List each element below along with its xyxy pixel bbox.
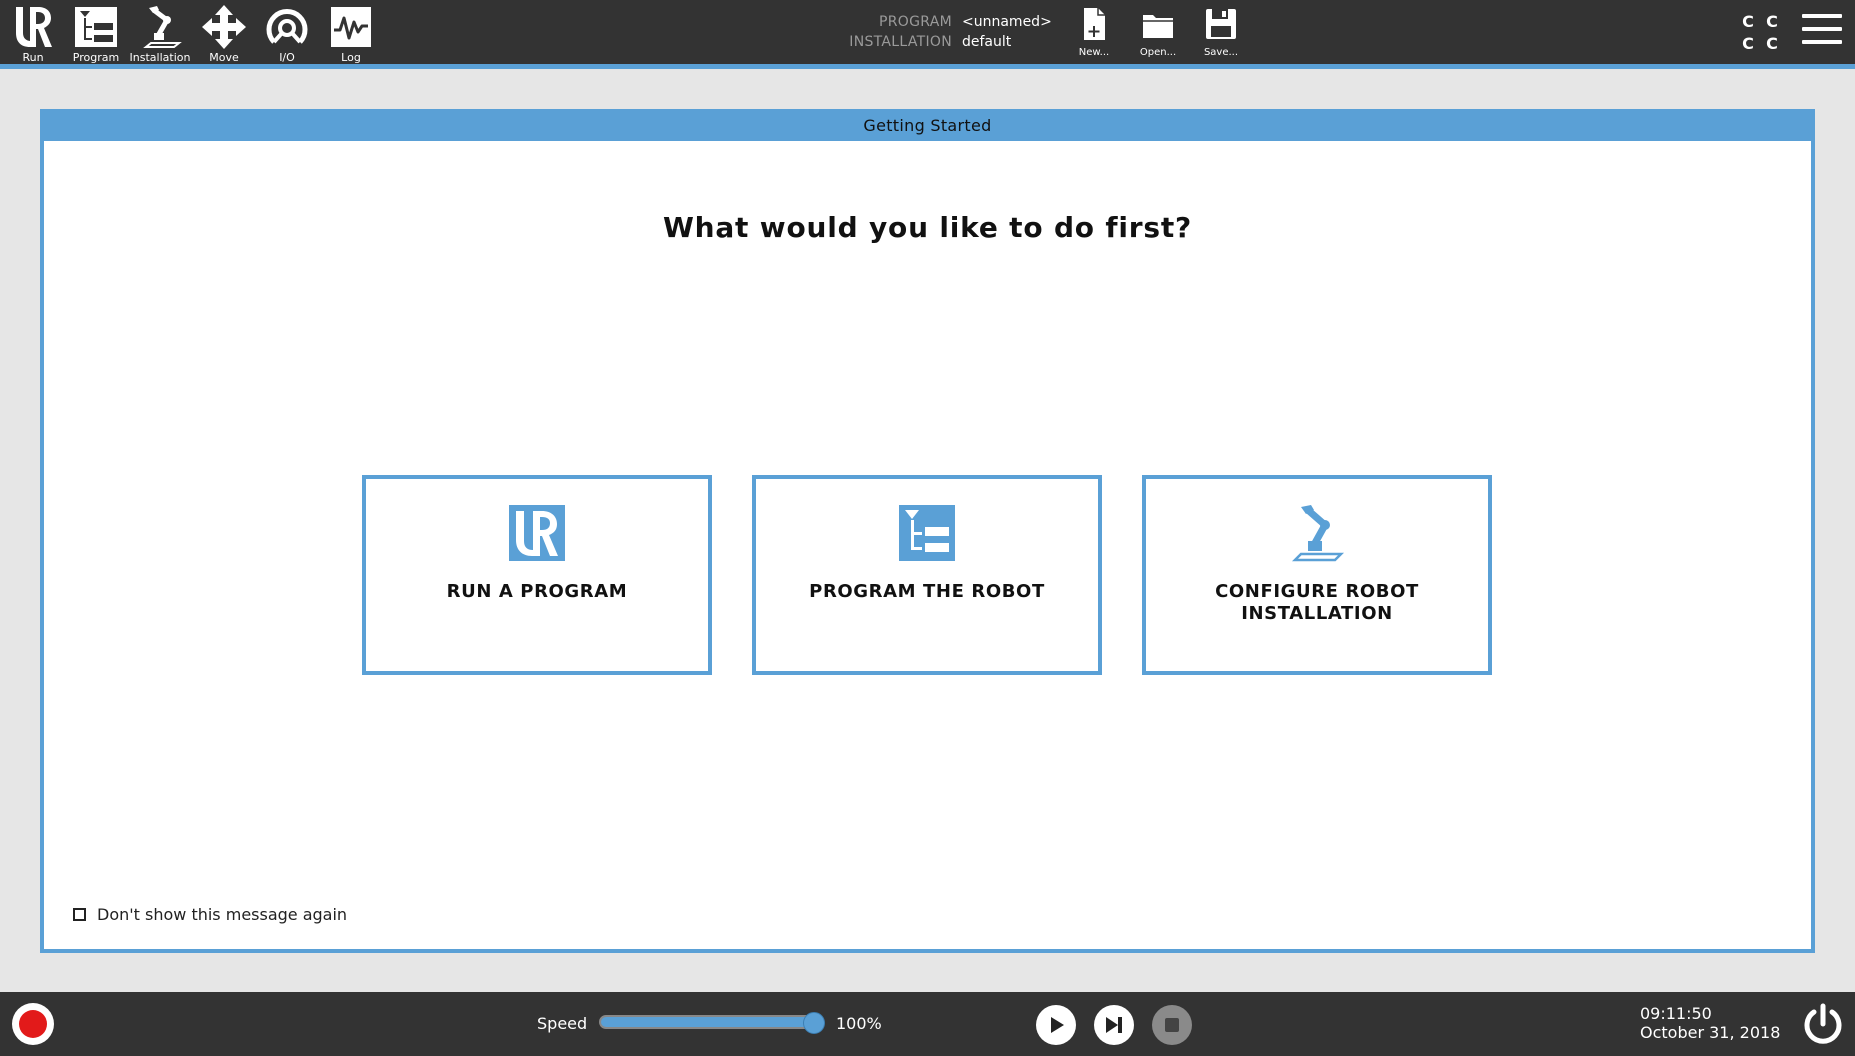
status-letter: C <box>1766 12 1778 31</box>
nav-installation-label: Installation <box>129 51 191 64</box>
dialog-question: What would you like to do first? <box>662 211 1193 244</box>
stop-icon <box>1165 1018 1179 1032</box>
move-arrows-icon <box>202 5 246 49</box>
getting-started-dialog: Getting Started What would you like to d… <box>40 109 1815 953</box>
nav-io-button[interactable]: I/O <box>256 4 318 64</box>
installation-name: default <box>962 34 1012 50</box>
nav-move-label: Move <box>209 51 239 64</box>
hamburger-menu-icon[interactable] <box>1802 14 1842 50</box>
nav-io-label: I/O <box>279 51 295 64</box>
robot-arm-icon <box>143 6 182 48</box>
nav-run-label: Run <box>22 51 44 64</box>
program-name: <unnamed> <box>962 14 1052 30</box>
open-file-button[interactable]: Open... <box>1129 6 1187 58</box>
speed-value: 100% <box>836 1014 882 1033</box>
new-file-label: New... <box>1078 47 1110 58</box>
nav-move-button[interactable]: Move <box>193 4 255 64</box>
bottom-bar: Speed 100% 09:11:50 October 31, 2018 <box>0 992 1855 1056</box>
run-program-label: RUN A PROGRAM <box>446 581 628 602</box>
program-robot-label: PROGRAM THE ROBOT <box>809 581 1045 602</box>
nav-log-button[interactable]: Log <box>320 4 382 64</box>
stop-button[interactable] <box>1152 1005 1192 1045</box>
play-button[interactable] <box>1036 1005 1076 1045</box>
configure-installation-option[interactable]: CONFIGURE ROBOT INSTALLATION <box>1142 475 1492 675</box>
top-bar: Run Program Installation Move I/O Log PR… <box>0 0 1855 69</box>
io-gauge-icon <box>266 9 308 44</box>
dont-show-label: Don't show this message again <box>97 905 348 924</box>
run-program-option[interactable]: RUN A PROGRAM <box>362 475 712 675</box>
status-indicators: C C C C <box>1736 11 1784 55</box>
new-file-icon <box>1084 8 1105 40</box>
nav-program-button[interactable]: Program <box>65 4 127 64</box>
nav-log-label: Log <box>341 51 361 64</box>
nav-program-label: Program <box>72 51 120 64</box>
save-file-button[interactable]: Save... <box>1192 6 1250 58</box>
emergency-stop-indicator <box>19 1010 47 1038</box>
program-tree-icon <box>75 7 117 47</box>
speed-slider-track[interactable] <box>599 1015 823 1029</box>
dialog-title: Getting Started <box>44 113 1811 141</box>
play-icon <box>1051 1017 1064 1033</box>
emergency-stop-button[interactable] <box>12 1003 54 1045</box>
folder-icon <box>1143 15 1173 38</box>
open-file-label: Open... <box>1139 47 1177 58</box>
dont-show-checkbox[interactable] <box>73 908 86 921</box>
ur-logo-icon <box>509 505 565 561</box>
clock: 09:11:50 October 31, 2018 <box>1640 1004 1780 1042</box>
floppy-disk-icon <box>1206 9 1236 39</box>
new-file-button[interactable]: New... <box>1065 6 1123 58</box>
step-button[interactable] <box>1094 1005 1134 1045</box>
installation-key: INSTALLATION <box>849 34 952 50</box>
ur-logo-icon <box>16 7 52 47</box>
configure-installation-label: CONFIGURE ROBOT INSTALLATION <box>1215 581 1419 624</box>
program-tree-icon <box>899 505 955 561</box>
program-robot-option[interactable]: PROGRAM THE ROBOT <box>752 475 1102 675</box>
save-file-label: Save... <box>1203 47 1239 58</box>
log-waveform-icon <box>331 7 371 47</box>
clock-time: 09:11:50 <box>1640 1004 1712 1023</box>
nav-run-button[interactable]: Run <box>2 4 64 64</box>
status-letter: C <box>1742 34 1754 53</box>
step-icon <box>1106 1017 1122 1033</box>
program-info: PROGRAM <unnamed> INSTALLATION default <box>845 12 1052 52</box>
power-icon[interactable] <box>1800 1002 1846 1048</box>
nav-installation-button[interactable]: Installation <box>129 4 191 64</box>
speed-label: Speed <box>537 1014 588 1033</box>
clock-date: October 31, 2018 <box>1640 1023 1781 1042</box>
status-letter: C <box>1742 12 1754 31</box>
status-letter: C <box>1766 34 1778 53</box>
robot-arm-icon <box>1291 505 1345 562</box>
program-key: PROGRAM <box>879 14 952 30</box>
dont-show-row: Don't show this message again <box>73 905 347 924</box>
speed-slider-handle[interactable] <box>803 1012 825 1034</box>
